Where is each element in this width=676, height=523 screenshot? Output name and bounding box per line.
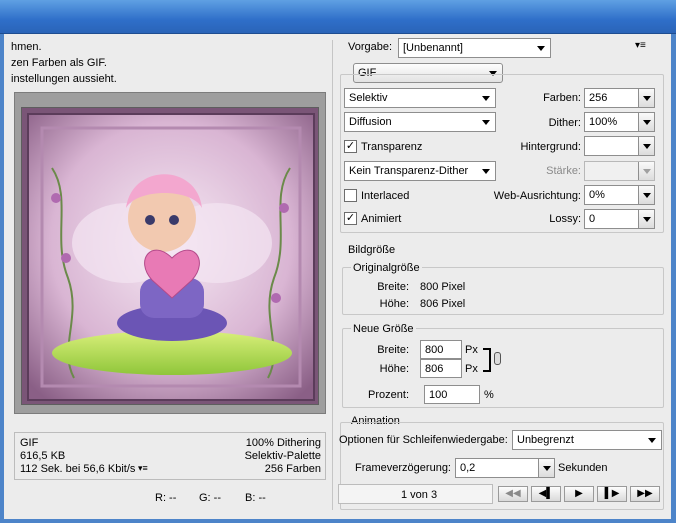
loop-options-label: Optionen für Schleifenwiedergabe: <box>339 434 508 446</box>
color-reduction-value: Selektiv <box>349 92 388 104</box>
preset-value: [Unbenannt] <box>403 42 463 54</box>
preview-image[interactable] <box>21 107 319 405</box>
dither-label: Dither: <box>548 117 581 129</box>
lossy-select[interactable]: 0 <box>584 209 655 229</box>
frame-delay-label: Frameverzögerung: <box>355 462 451 474</box>
web-snap-select[interactable]: 0% <box>584 185 655 205</box>
chevron-down-icon <box>638 162 654 180</box>
chevron-down-icon <box>482 96 490 101</box>
chevron-down-icon[interactable] <box>638 113 654 131</box>
background-label: Hintergrund: <box>520 141 581 153</box>
percent-input[interactable]: 100 <box>424 385 480 404</box>
colors-value: 256 <box>589 92 608 104</box>
dither-amount-select[interactable]: 100% <box>584 112 655 132</box>
preset-label: Vorgabe: <box>348 41 393 53</box>
preset-select[interactable]: [Unbenannt] <box>398 38 551 58</box>
transparency-dither-value: Kein Transparenz-Dither <box>349 165 469 177</box>
preview-panel[interactable] <box>14 92 326 414</box>
next-frame-button[interactable]: ▌▶ <box>597 486 627 502</box>
frame-delay-unit: Sekunden <box>558 462 608 474</box>
percent-label: Prozent: <box>368 389 409 401</box>
chevron-down-icon <box>648 438 656 443</box>
new-height-label: Höhe: <box>379 363 409 375</box>
transparency-dither-select[interactable]: Kein Transparenz-Dither <box>344 161 496 181</box>
new-height-value: 806 <box>425 363 444 375</box>
new-width-value: 800 <box>425 344 444 356</box>
download-speed-menu-icon[interactable]: ▾≡ <box>138 463 148 474</box>
info-colors: 256 Farben <box>264 463 321 475</box>
original-size-title: Originalgröße <box>351 262 422 274</box>
info-download-time: 112 Sek. bei 56,6 Kbit/s <box>20 463 136 475</box>
previous-frame-button[interactable]: ◀▌ <box>531 486 561 502</box>
loop-options-value: Unbegrenzt <box>517 434 574 446</box>
amount-label: Stärke: <box>546 165 581 177</box>
colors-select[interactable]: 256 <box>584 88 655 108</box>
new-height-input[interactable]: 806 <box>420 359 462 378</box>
dither-algorithm-value: Diffusion <box>349 116 392 128</box>
info-format: GIF <box>20 437 39 449</box>
info-palette: Selektiv-Palette <box>244 450 321 462</box>
web-snap-value: 0% <box>589 189 605 201</box>
percent-value: 100 <box>429 389 448 401</box>
original-width-label: Breite: <box>377 281 409 293</box>
matte-select[interactable] <box>584 136 655 156</box>
play-button[interactable]: ▶ <box>564 486 594 502</box>
chevron-down-icon <box>482 169 490 174</box>
new-height-unit: Px <box>465 363 478 375</box>
last-frame-button[interactable]: ▶▶ <box>630 486 660 502</box>
amount-select <box>584 161 655 181</box>
hint-line-3: instellungen aussieht. <box>11 73 117 85</box>
chevron-down-icon <box>482 120 490 125</box>
preview-artwork <box>22 108 318 404</box>
original-width-value: 800 Pixel <box>420 281 466 293</box>
optimize-menu-icon[interactable]: ▾≡ <box>635 40 646 51</box>
frame-delay-value: 0,2 <box>460 462 476 474</box>
transparency-label: Transparenz <box>361 141 423 153</box>
animated-checkbox[interactable]: ✓ <box>344 212 357 225</box>
hint-line-1: hmen. <box>11 41 42 53</box>
original-height-value: 806 Pixel <box>420 298 466 310</box>
readout-g: G: -- <box>199 492 221 504</box>
new-size-title: Neue Größe <box>351 323 416 335</box>
chevron-down-icon[interactable] <box>638 186 654 204</box>
lossy-value: 0 <box>589 213 596 225</box>
transparency-checkbox[interactable]: ✓ <box>344 140 357 153</box>
chevron-down-icon[interactable] <box>638 210 654 228</box>
optimized-info-panel: GIF 616,5 KB 112 Sek. bei 56,6 Kbit/s ▾≡… <box>14 432 326 480</box>
save-for-web-dialog: hmen. zen Farben als GIF. instellungen a… <box>0 34 676 523</box>
dither-algorithm-select[interactable]: Diffusion <box>344 112 496 132</box>
loop-options-select[interactable]: Unbegrenzt <box>512 430 662 450</box>
interlaced-checkbox[interactable] <box>344 189 357 202</box>
hint-line-2: zen Farben als GIF. <box>11 57 107 69</box>
original-height-label: Höhe: <box>379 298 409 310</box>
panel-divider <box>332 40 333 510</box>
readout-r: R: -- <box>155 492 177 504</box>
chevron-down-icon[interactable] <box>638 137 654 155</box>
new-width-label: Breite: <box>377 344 409 356</box>
new-width-unit: Px <box>465 344 478 356</box>
chevron-down-icon[interactable] <box>538 459 554 477</box>
new-width-input[interactable]: 800 <box>420 340 462 359</box>
first-frame-button[interactable]: ◀◀ <box>498 486 528 502</box>
animated-label: Animiert <box>361 213 402 225</box>
info-size: 616,5 KB <box>20 450 66 462</box>
readout-b: B: -- <box>245 492 266 504</box>
chain-link-icon[interactable] <box>494 352 501 365</box>
color-reduction-select[interactable]: Selektiv <box>344 88 496 108</box>
percent-unit: % <box>484 389 494 401</box>
frame-delay-select[interactable]: 0,2 <box>455 458 555 478</box>
chevron-down-icon <box>537 46 545 51</box>
web-snap-label: Web-Ausrichtung: <box>493 190 581 202</box>
dither-amount-value: 100% <box>589 116 618 128</box>
frame-counter: 1 von 3 <box>401 489 438 501</box>
constrain-bracket <box>483 348 491 372</box>
info-dither: 100% Dithering <box>245 437 321 449</box>
image-size-title: Bildgröße <box>348 244 396 256</box>
lossy-label: Lossy: <box>549 213 581 225</box>
window-titlebar <box>0 0 676 34</box>
colors-label: Farben: <box>543 92 581 104</box>
chevron-down-icon[interactable] <box>638 89 654 107</box>
interlaced-label: Interlaced <box>361 190 410 202</box>
